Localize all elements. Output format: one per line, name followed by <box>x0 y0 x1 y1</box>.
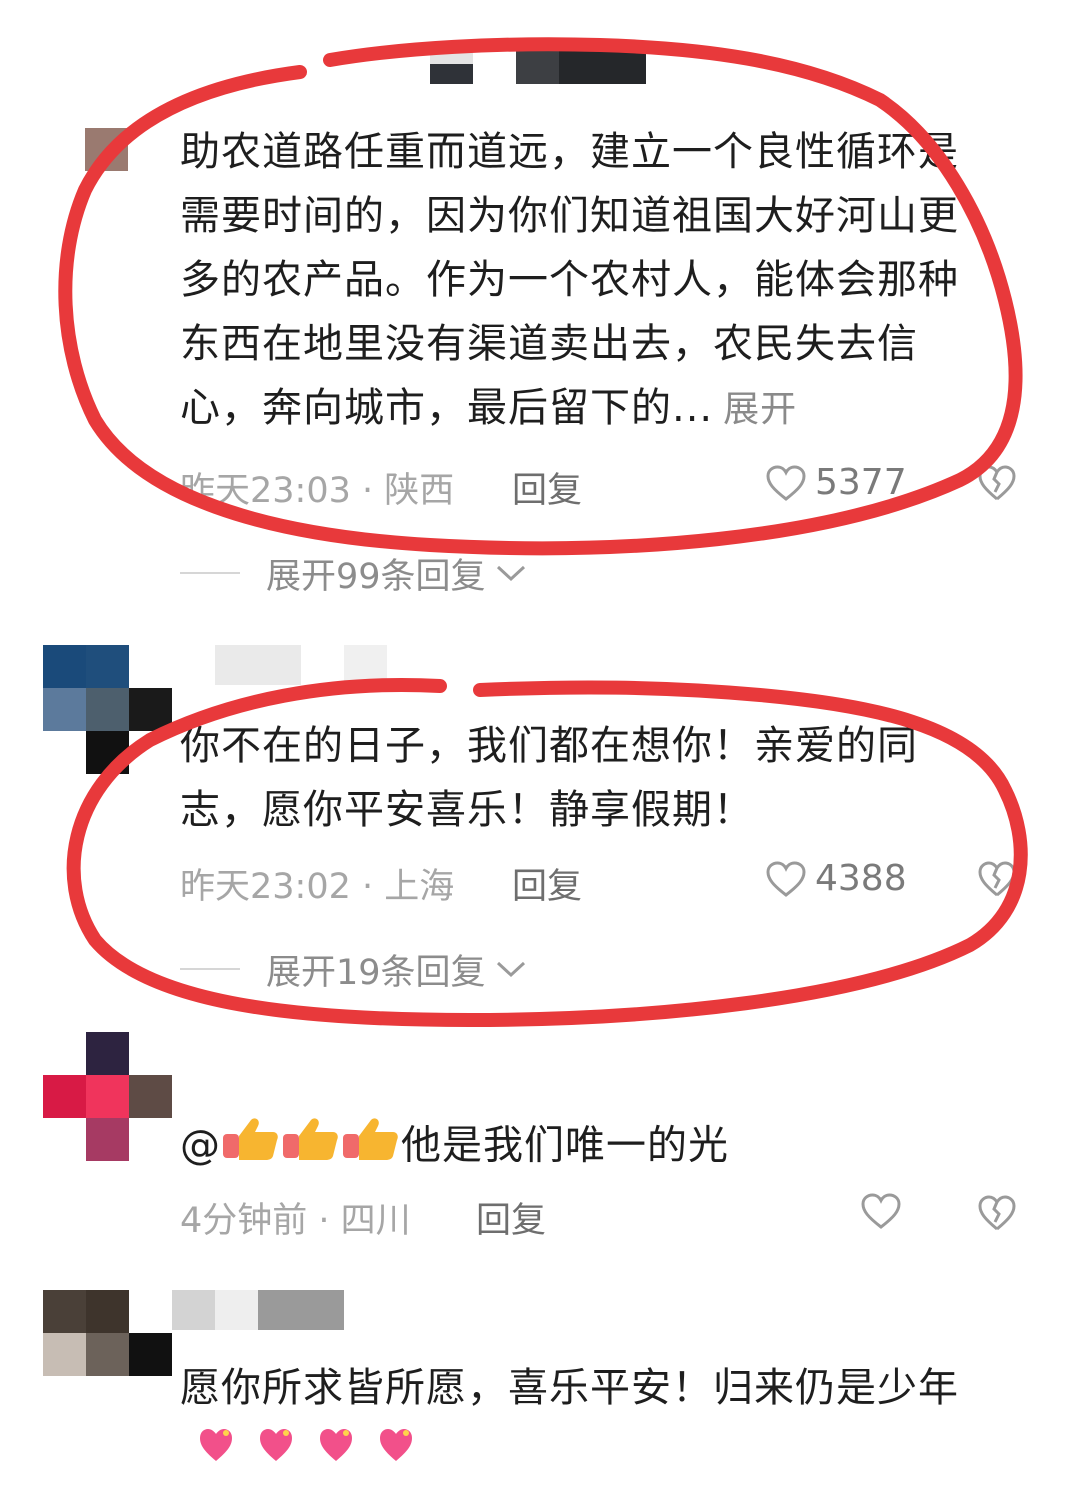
annotation-circle <box>66 677 1028 1028</box>
annotation-overlay <box>58 37 1028 1028</box>
annotation-circle <box>58 37 1023 556</box>
